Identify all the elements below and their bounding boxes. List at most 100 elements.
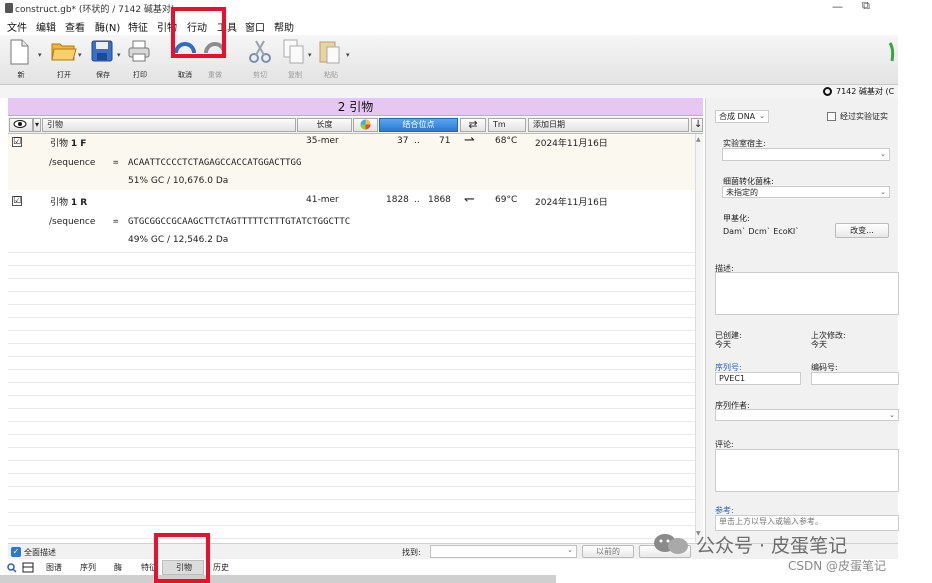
find-label: 找到: (402, 548, 421, 557)
row-divider (8, 369, 695, 370)
minimize-icon[interactable]: — (832, 0, 843, 13)
printer-icon (128, 40, 150, 62)
full-description-label: 全面描述 (24, 548, 56, 557)
open-button[interactable]: 打开 (47, 39, 81, 81)
save-disk-icon (91, 40, 113, 62)
verified-checkbox[interactable] (827, 112, 836, 121)
primer-name-prefix: 引物 (50, 139, 69, 149)
tab-sequence[interactable]: 序列 (80, 562, 96, 573)
column-tm[interactable]: Tm (488, 118, 526, 132)
strain-select[interactable]: 未指定的 ⌄ (722, 186, 890, 198)
row-divider (8, 356, 695, 357)
menu-help[interactable]: 帮助 (274, 19, 294, 34)
primer-length: 41-mer (306, 195, 339, 205)
tab-enzymes[interactable]: 酶 (114, 562, 122, 573)
sort-down-icon[interactable]: ↓ (691, 118, 703, 132)
sequence-length-label: 7142 碱基对 (C (836, 87, 895, 96)
molecule-type-select[interactable]: 合成 DNA ⌄ (715, 110, 769, 123)
new-button[interactable]: 新 (4, 39, 38, 81)
menu-enzymes[interactable]: 酶(N) (95, 19, 120, 34)
menu-edit[interactable]: 编辑 (36, 19, 56, 34)
column-primer[interactable]: 引物 (42, 118, 296, 132)
print-button[interactable]: 打印 (123, 39, 157, 81)
restore-icon[interactable]: ⧉ (862, 0, 870, 13)
save-button[interactable]: 保存 (86, 39, 120, 81)
row-divider (8, 330, 695, 331)
copy-dropdown-icon[interactable]: ▾ (308, 51, 312, 59)
swap-direction-icon[interactable]: ⇄ (460, 118, 486, 132)
copy-button[interactable]: 复制 (278, 39, 312, 81)
taskbar-strip (0, 575, 556, 583)
tab-map[interactable]: 图谱 (46, 562, 62, 573)
visibility-column[interactable] (9, 118, 33, 132)
primer-name[interactable]: 引物 1 F (50, 136, 86, 149)
cut-button[interactable]: 剪切 (243, 39, 277, 81)
primer-tm: 68°C (495, 136, 518, 146)
green-tool-icon[interactable] (886, 41, 896, 63)
csdn-watermark: CSDN @皮蛋笔记 (788, 559, 887, 573)
primer-panel-title: 2 引物 (8, 98, 703, 116)
previous-button[interactable]: 以前的 (582, 545, 634, 558)
column-binding-sites[interactable]: 结合位点 (379, 118, 458, 132)
code-number-field[interactable] (811, 372, 899, 385)
sequence-number-field[interactable]: PVEC1 (715, 372, 801, 385)
row-divider (8, 408, 695, 409)
change-methylation-button[interactable]: 改变... (835, 223, 889, 238)
row-divider (8, 304, 695, 305)
binding-start: 1828 (386, 195, 409, 205)
wechat-logo-icon (654, 534, 688, 554)
primer-name[interactable]: 引物 1 R (50, 195, 87, 208)
new-document-icon (10, 39, 29, 65)
eye-icon (13, 120, 27, 128)
primer-list-scrollbar[interactable]: ▲ ▼ (695, 134, 703, 542)
primer-sequence[interactable]: ACAATTCCCCTCTAGAGCCACCATGGACTTGG (128, 158, 301, 168)
row-divider (8, 291, 695, 292)
methylation-value: Dam` Dcm` EcoKI` (723, 227, 800, 236)
binding-end: 1868 (428, 195, 451, 205)
save-dropdown-icon[interactable]: ▾ (117, 51, 121, 59)
menu-window[interactable]: 窗口 (245, 19, 265, 34)
scroll-up-icon[interactable]: ▲ (696, 136, 701, 143)
sequence-key: /sequence (49, 158, 96, 168)
primer-sequence[interactable]: GTGCGGCCGCAAGCTTCTAGTTTTTCTTTGTATCTGGCTT… (128, 217, 350, 227)
status-strip: 7142 碱基对 (C (0, 85, 898, 98)
binding-end: 71 (439, 136, 451, 146)
primer-checkbox[interactable]: ☑ (12, 137, 22, 147)
full-description-checkbox[interactable]: ✓ (11, 547, 21, 557)
comment-textarea[interactable] (715, 449, 899, 492)
menu-file[interactable]: 文件 (7, 19, 27, 34)
row-divider (8, 473, 695, 474)
primer-length: 35-mer (306, 136, 339, 146)
verified-label: 经过实验证实 (840, 112, 888, 121)
primer-checkbox[interactable]: ☑ (12, 196, 22, 206)
sequence-author-select[interactable]: ⌄ (715, 409, 899, 421)
new-dropdown-icon[interactable]: ▾ (38, 51, 42, 59)
open-dropdown-icon[interactable]: ▾ (78, 51, 82, 59)
row-divider (8, 421, 695, 422)
column-length[interactable]: 长度 (297, 118, 352, 132)
paste-button[interactable]: 粘贴 (314, 39, 348, 81)
map-view-icon[interactable] (22, 562, 34, 573)
primer-date: 2024年11月16日 (535, 198, 608, 208)
description-textarea[interactable] (715, 272, 899, 315)
row-divider (8, 317, 695, 318)
methylation-label: 甲基化: (723, 214, 750, 223)
column-date-added[interactable]: 添加日期 (528, 118, 689, 132)
reference-field[interactable]: 单击上方以导入或输入参考。 (715, 515, 899, 531)
menu-features[interactable]: 特征 (128, 19, 148, 34)
menu-view[interactable]: 查看 (65, 19, 85, 34)
forward-arrow-icon: ⇀ (464, 133, 475, 148)
find-input[interactable]: ⌄ (430, 545, 577, 558)
column-menu-icon[interactable]: ▾ (33, 118, 41, 132)
chevron-down-icon: ⌄ (880, 188, 886, 196)
scissors-icon (249, 40, 271, 63)
molecule-type-value: 合成 DNA (719, 112, 756, 121)
search-icon[interactable] (7, 563, 17, 573)
lab-host-select[interactable]: ⌄ (722, 148, 890, 161)
column-color[interactable] (353, 118, 378, 132)
tab-history[interactable]: 历史 (213, 562, 229, 573)
paste-dropdown-icon[interactable]: ▾ (346, 51, 350, 59)
chevron-down-icon: ⌄ (759, 112, 765, 120)
tab-features[interactable]: 特征 (141, 562, 155, 573)
row-divider (8, 395, 695, 396)
